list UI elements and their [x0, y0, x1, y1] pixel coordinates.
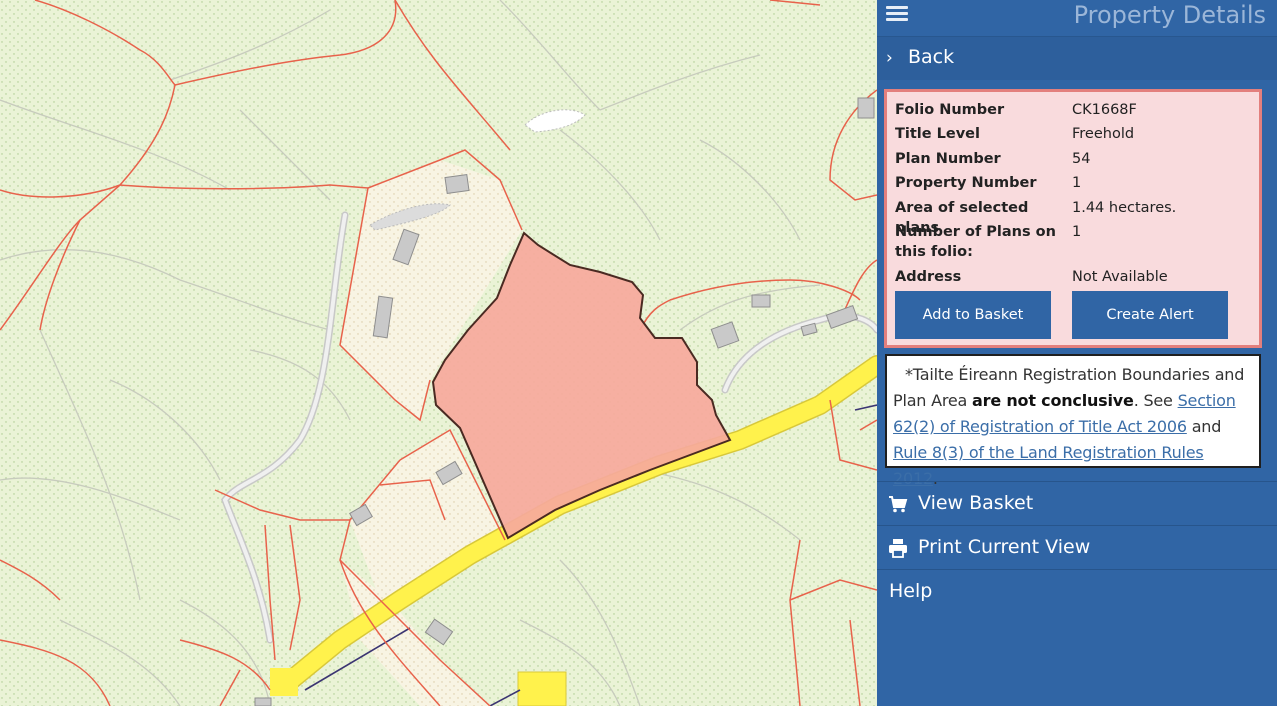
property-details-box: Folio Number CK1668F Title Level Freehol… [884, 89, 1262, 348]
hamburger-menu-icon[interactable] [886, 3, 908, 23]
panel-header: Property Details [877, 0, 1277, 37]
print-current-view-label: Print Current View [918, 536, 1091, 558]
map-canvas[interactable] [0, 0, 877, 706]
back-button[interactable]: › Back [877, 37, 1277, 80]
number-of-plans-value: 1 [1072, 224, 1082, 240]
view-basket-label: View Basket [918, 492, 1034, 514]
plan-number-label: Plan Number [895, 151, 1001, 167]
number-of-plans-label-line2: this folio: [895, 244, 973, 260]
help-label: Help [889, 580, 933, 602]
number-of-plans-label: Number of Plans on this folio: [895, 222, 1065, 262]
disclaimer-text-2: . See [1133, 391, 1178, 410]
property-details-panel: Property Details › Back Folio Number CK1… [877, 0, 1277, 706]
cart-icon [889, 496, 908, 513]
title-level-label: Title Level [895, 126, 980, 142]
chevron-right-icon: › [886, 48, 893, 68]
back-label: Back [908, 46, 955, 68]
panel-title: Property Details [1073, 1, 1266, 29]
view-basket-button[interactable]: View Basket [877, 482, 1277, 525]
area-value: 1.44 hectares. [1072, 200, 1177, 216]
printer-icon [889, 539, 907, 558]
add-to-basket-button[interactable]: Add to Basket [895, 291, 1051, 339]
create-alert-button[interactable]: Create Alert [1072, 291, 1228, 339]
folio-number-value: CK1668F [1072, 102, 1137, 118]
address-value: Not Available [1072, 269, 1168, 285]
address-label: Address [895, 269, 962, 285]
property-number-label: Property Number [895, 175, 1037, 191]
number-of-plans-label-line1: Number of Plans on [895, 224, 1056, 240]
title-level-value: Freehold [1072, 126, 1135, 142]
disclaimer-text-3: and [1186, 417, 1222, 436]
disclaimer-box: *Tailte Éireann Registration Boundaries … [885, 354, 1261, 488]
help-button[interactable]: Help [877, 570, 1277, 613]
plan-number-value: 54 [1072, 151, 1091, 167]
disclaimer-bold: are not conclusive [972, 391, 1134, 410]
folio-number-label: Folio Number [895, 102, 1005, 118]
print-current-view-button[interactable]: Print Current View [877, 526, 1277, 569]
property-number-value: 1 [1072, 175, 1082, 191]
map-view[interactable] [0, 0, 877, 706]
